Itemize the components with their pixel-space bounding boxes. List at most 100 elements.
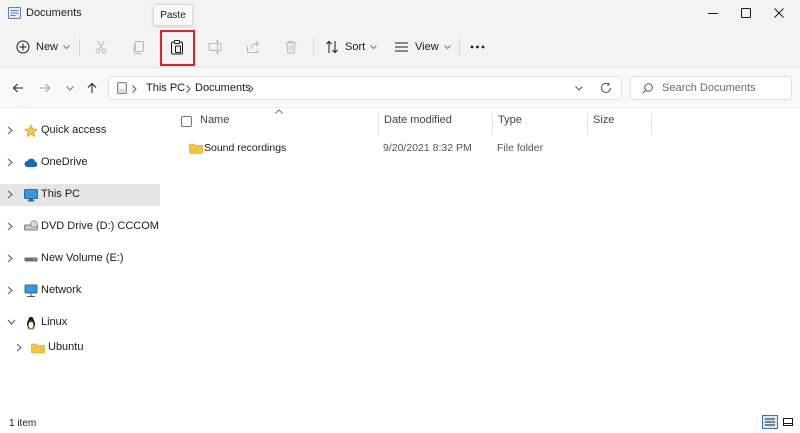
copy-button[interactable] — [132, 34, 146, 60]
select-all-checkbox[interactable] — [181, 116, 192, 127]
table-row[interactable]: Sound recordings 9/20/2021 8:32 PM File … — [180, 138, 800, 160]
chevron-right-icon — [7, 254, 13, 263]
item-count: 1 item — [9, 418, 37, 429]
sidebar-item-network[interactable]: Network — [0, 280, 160, 302]
dvd-drive-icon — [24, 220, 38, 231]
documents-icon — [8, 7, 21, 19]
breadcrumb-this-pc[interactable]: This PC — [146, 82, 185, 94]
title-bar: Documents — [0, 0, 800, 26]
sort-label: Sort — [345, 41, 366, 53]
more-options-button[interactable] — [470, 34, 485, 60]
folder-icon — [31, 343, 45, 354]
minimize-button[interactable] — [696, 0, 730, 26]
chevron-right-icon — [132, 85, 137, 93]
sidebar-item-label: Ubuntu — [48, 341, 84, 353]
file-list: Name Date modified Type Size Sound recor… — [166, 109, 800, 409]
sidebar-item-label: OneDrive — [41, 156, 88, 168]
sidebar-item-label: DVD Drive (D:) CCCOMA_X64 — [41, 220, 159, 232]
paste-tooltip: Paste — [153, 4, 193, 26]
this-pc-small-icon — [117, 82, 127, 94]
window-title: Documents — [26, 7, 82, 19]
sort-ascending-icon — [275, 109, 283, 114]
cloud-icon — [24, 158, 38, 167]
chevron-right-icon — [7, 222, 13, 231]
close-icon — [774, 8, 784, 18]
close-button[interactable] — [762, 0, 796, 26]
chevron-right-icon — [7, 190, 13, 199]
sort-button[interactable]: Sort — [325, 34, 378, 60]
sidebar-item-this-pc[interactable]: This PC — [0, 184, 160, 206]
large-icons-view-button[interactable] — [780, 415, 796, 429]
breadcrumb-documents[interactable]: Documents — [195, 82, 251, 94]
search-icon — [642, 83, 653, 94]
network-icon — [24, 284, 38, 297]
recent-locations-button[interactable] — [62, 80, 78, 96]
file-type: File folder — [497, 142, 544, 154]
cut-button[interactable] — [94, 34, 108, 60]
new-label: New — [36, 41, 59, 53]
forward-button[interactable] — [37, 80, 53, 96]
view-button[interactable]: View — [394, 34, 451, 60]
sidebar-item-ubuntu[interactable]: Ubuntu — [0, 337, 160, 359]
share-button[interactable] — [246, 34, 260, 60]
toolbar-divider — [79, 38, 80, 56]
address-dropdown-icon[interactable] — [575, 86, 583, 91]
new-button[interactable]: New — [16, 34, 70, 60]
refresh-icon[interactable] — [600, 82, 612, 94]
navigation-bar: This PC Documents Search Documents — [0, 68, 800, 108]
file-date-modified: 9/20/2021 8:32 PM — [383, 142, 472, 154]
view-lines-icon — [395, 42, 408, 52]
large-icons-view-icon — [783, 417, 793, 426]
chevron-down-icon — [7, 319, 16, 325]
column-divider[interactable] — [587, 113, 588, 135]
sidebar-item-quick-access[interactable]: Quick access — [0, 120, 160, 142]
back-button[interactable] — [10, 80, 26, 96]
column-header-size[interactable]: Size — [593, 114, 614, 126]
sidebar-item-label: Linux — [41, 316, 68, 328]
sidebar-item-linux[interactable]: Linux — [0, 312, 160, 334]
chevron-down-icon — [443, 44, 451, 49]
delete-button[interactable] — [284, 34, 298, 60]
arrow-right-icon — [40, 83, 51, 93]
navigation-pane: Quick access OneDrive This PC DVD Drive … — [0, 109, 160, 409]
sidebar-item-dvd-drive[interactable]: DVD Drive (D:) CCCOMA_X64 — [0, 216, 160, 238]
chevron-right-icon — [249, 85, 254, 93]
copy-icon — [133, 41, 144, 54]
column-divider[interactable] — [378, 113, 379, 135]
sidebar-item-label: Network — [41, 284, 82, 296]
up-button[interactable] — [84, 80, 100, 96]
column-divider[interactable] — [651, 113, 652, 135]
plus-circle-icon — [16, 40, 30, 54]
column-header-type[interactable]: Type — [498, 114, 522, 126]
column-divider[interactable] — [492, 113, 493, 135]
sidebar-item-label: This PC — [41, 188, 81, 200]
search-placeholder: Search Documents — [662, 82, 756, 94]
folder-icon — [189, 143, 203, 154]
column-header-date-modified[interactable]: Date modified — [384, 114, 452, 126]
scissors-icon — [95, 40, 107, 54]
sidebar-item-label: New Volume (E:) — [41, 252, 124, 264]
maximize-button[interactable] — [729, 0, 763, 26]
details-view-button[interactable] — [762, 415, 778, 429]
penguin-icon — [26, 316, 36, 330]
sidebar-item-onedrive[interactable]: OneDrive — [0, 152, 160, 174]
chevron-right-icon — [7, 158, 13, 167]
rename-button[interactable] — [208, 34, 222, 60]
trash-icon — [285, 41, 297, 54]
search-input[interactable]: Search Documents — [630, 76, 792, 100]
sidebar-item-label: Quick access — [41, 124, 107, 136]
rename-icon — [208, 40, 222, 54]
column-header-name[interactable]: Name — [200, 114, 229, 126]
status-bar: 1 item — [0, 411, 800, 433]
paste-highlight-box — [160, 30, 195, 66]
star-icon — [24, 124, 38, 138]
arrow-left-icon — [12, 83, 23, 93]
toolbar-divider — [313, 38, 314, 56]
chevron-right-icon — [7, 286, 13, 295]
address-bar[interactable]: This PC Documents — [108, 76, 622, 100]
chevron-right-icon — [16, 343, 22, 352]
sidebar-item-new-volume[interactable]: New Volume (E:) — [0, 248, 160, 270]
toolbar-divider — [459, 38, 460, 56]
chevron-down-icon — [66, 85, 74, 91]
arrow-up-icon — [87, 82, 97, 93]
